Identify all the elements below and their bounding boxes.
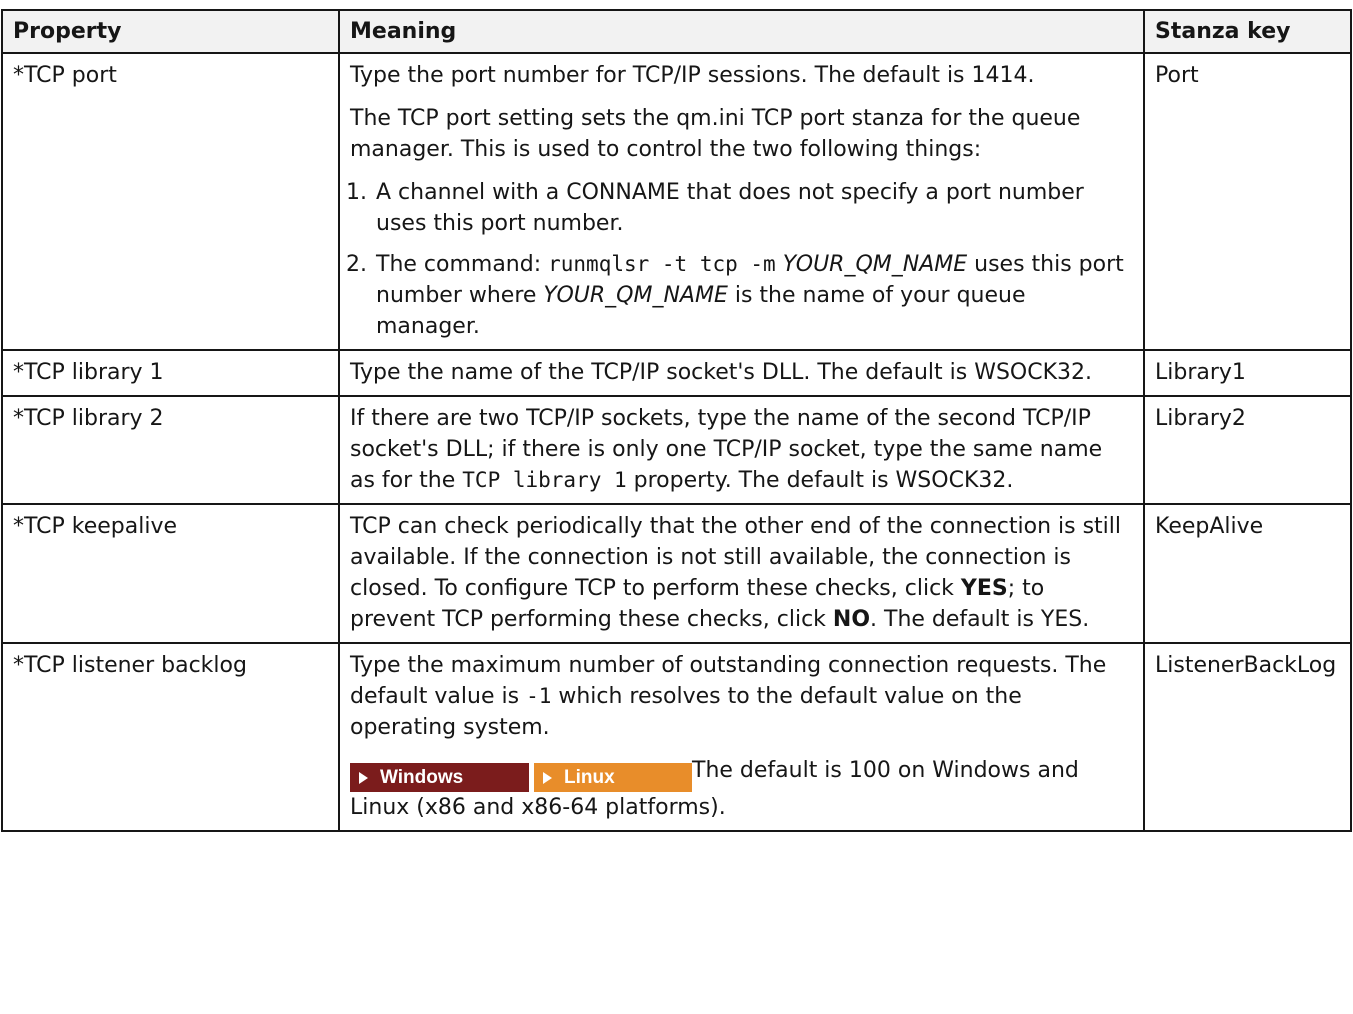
command-code: runmqlsr -t tcp -m [548, 252, 776, 276]
meaning-cell: Type the port number for TCP/IP sessions… [338, 52, 1145, 351]
stanza-cell: Library1 [1143, 349, 1352, 397]
meaning-paragraph: Windows Linux The default is 100 on Window… [350, 755, 1133, 823]
stanza-cell: Library2 [1143, 395, 1352, 505]
badge-label: Linux [564, 767, 615, 788]
property-cell: *TCP keepalive [1, 503, 340, 644]
arrow-icon [543, 772, 552, 784]
property-cell: *TCP library 2 [1, 395, 340, 505]
header-stanza-key: Stanza key [1143, 9, 1352, 54]
stanza-cell: Port [1143, 52, 1352, 351]
stanza-cell: ListenerBackLog [1143, 642, 1352, 832]
meaning-cell: Type the name of the TCP/IP socket's DLL… [338, 349, 1145, 397]
text: The command: [376, 252, 549, 277]
property-code: TCP library 1 [462, 468, 627, 492]
table-row-tcp-port: *TCP port Type the port number for TCP/I… [1, 52, 1352, 351]
text: . The default is YES. [870, 607, 1090, 632]
linux-platform-badge: Linux [534, 763, 692, 792]
yes-option: YES [960, 576, 1008, 601]
meaning-cell: If there are two TCP/IP sockets, type th… [338, 395, 1145, 505]
stanza-cell: KeepAlive [1143, 503, 1352, 644]
meaning-cell: TCP can check periodically that the othe… [338, 503, 1145, 644]
value-code: -1 [526, 684, 552, 708]
list-item: A channel with a CONNAME that does not s… [374, 177, 1133, 239]
meaning-cell: Type the maximum number of outstanding c… [338, 642, 1145, 832]
windows-platform-badge: Windows [350, 763, 529, 792]
meaning-paragraph: Type the maximum number of outstanding c… [350, 650, 1133, 743]
variable-name: YOUR_QM_NAME [782, 252, 968, 277]
table-row-tcp-library-2: *TCP library 2 If there are two TCP/IP s… [1, 395, 1352, 505]
property-cell: *TCP port [1, 52, 340, 351]
property-cell: *TCP library 1 [1, 349, 340, 397]
properties-table: Property Meaning Stanza key *TCP port Ty… [1, 9, 1352, 832]
property-cell: *TCP listener backlog [1, 642, 340, 832]
table-row-tcp-library-1: *TCP library 1 Type the name of the TCP/… [1, 349, 1352, 397]
header-property: Property [1, 9, 340, 54]
meaning-list: A channel with a CONNAME that does not s… [350, 177, 1133, 342]
list-item: The command: runmqlsr -t tcp -m YOUR_QM_… [374, 249, 1133, 342]
meaning-paragraph: Type the port number for TCP/IP sessions… [350, 63, 1035, 88]
table-row-tcp-keepalive: *TCP keepalive TCP can check periodicall… [1, 503, 1352, 644]
variable-name: YOUR_QM_NAME [543, 283, 728, 308]
no-option: NO [832, 607, 871, 632]
table-row-tcp-listener-backlog: *TCP listener backlog Type the maximum n… [1, 642, 1352, 832]
header-meaning: Meaning [338, 9, 1145, 54]
badge-label: Windows [380, 767, 464, 788]
table-header-row: Property Meaning Stanza key [1, 9, 1352, 54]
meaning-paragraph: The TCP port setting sets the qm.ini TCP… [350, 106, 1081, 162]
arrow-icon [359, 772, 368, 784]
text: property. The default is WSOCK32. [626, 468, 1014, 493]
